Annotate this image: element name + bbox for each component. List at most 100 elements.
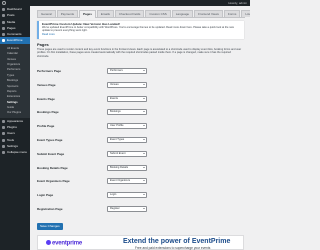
- sidebar-item-label: Pages: [7, 25, 16, 30]
- page-select-value: Bookings: [110, 110, 121, 114]
- page-setting-label: Event Types Page: [37, 138, 63, 142]
- posts-icon: [2, 14, 5, 18]
- logo-text: eventprime: [52, 240, 83, 247]
- main-content: General Payments Pages Emails Checkout Field…: [30, 6, 250, 250]
- page-select-value: Performers: [110, 69, 123, 72]
- page-select-value: Booking Details: [110, 165, 129, 169]
- section-description: These pages are used to render content a…: [37, 48, 242, 58]
- sidebar-item-collapse-menu[interactable]: Collapse menu: [0, 149, 30, 155]
- sidebar-item-label: Dashboard: [7, 7, 22, 11]
- page-setting-row: Registration Page Register: [37, 204, 157, 217]
- tab-frontend-views[interactable]: Frontend Views: [194, 10, 223, 17]
- chevron-down-icon: [143, 111, 145, 113]
- wordpress-logo-icon[interactable]: [2, 1, 6, 5]
- page-select-value: Event Types: [110, 138, 125, 141]
- tab-pages[interactable]: Pages: [79, 10, 96, 18]
- page-select-value: Venues: [110, 82, 119, 86]
- page-select[interactable]: Performers: [107, 68, 147, 74]
- page-setting-row: Event Organizers Page Event Organizers: [37, 176, 157, 189]
- page-select[interactable]: User Profile: [107, 123, 147, 130]
- admin-sidebar: Dashboard Posts Media Pages Comments EventPri…: [0, 6, 30, 250]
- users-icon: [2, 132, 5, 136]
- plugins-icon: [2, 126, 5, 130]
- banner-headline: Extend the power of EventPrime: [123, 238, 231, 245]
- chevron-down-icon: [143, 152, 145, 154]
- page-setting-label: Registration Page: [37, 207, 63, 211]
- page-setting-row: Booking Details Page Booking Details: [37, 163, 157, 176]
- sidebar-item-label: Tools: [7, 137, 15, 142]
- tab-general[interactable]: General: [37, 10, 56, 17]
- promo-banner[interactable]: eventprime Extend the power of EventPrim…: [37, 235, 244, 250]
- sidebar-item-label: Appearance: [7, 118, 24, 123]
- chevron-down-icon: [143, 70, 145, 71]
- page-select-value: Login: [110, 193, 117, 197]
- chevron-down-icon: [143, 180, 145, 182]
- tab-licenses[interactable]: Licenses: [241, 10, 250, 17]
- page-select[interactable]: Booking Details: [107, 164, 147, 171]
- page-setting-label: Submit Event Page: [37, 151, 65, 156]
- page-select[interactable]: Event Types: [107, 137, 147, 143]
- page-setting-label: Bookings Page: [37, 110, 59, 115]
- settings-tabs: General Payments Pages Emails Checkout Field…: [37, 10, 250, 18]
- comments-icon: [2, 33, 5, 37]
- page-setting-label: Event Organizers Page: [37, 179, 70, 184]
- pages-icon: [2, 26, 5, 30]
- page-setting-label: Events Page: [37, 96, 55, 101]
- collapse-icon: [2, 151, 5, 155]
- tab-language[interactable]: Language: [171, 10, 194, 17]
- sidebar-item-eventprime[interactable]: EventPrime: [0, 37, 30, 44]
- eventprime-logo: eventprime: [46, 240, 82, 247]
- page-select-value: Events: [110, 96, 118, 100]
- banner-subline: Free and paid extensions to supercharge …: [135, 246, 211, 250]
- tab-forms[interactable]: Forms: [223, 10, 241, 17]
- tools-icon: [2, 138, 5, 142]
- page-select-value: Submit Event: [110, 151, 126, 155]
- eventprime-logo-icon: [46, 240, 51, 245]
- chevron-down-icon: [143, 194, 145, 196]
- page-select[interactable]: Submit Event: [107, 150, 147, 157]
- sidebar-item-label: Plugins: [7, 125, 17, 130]
- appearance-icon: [2, 119, 5, 123]
- dashboard-icon: [2, 8, 5, 11]
- save-changes-button[interactable]: Save Changes: [37, 223, 63, 230]
- page-select[interactable]: Bookings: [107, 109, 147, 116]
- eventprime-icon: [2, 39, 5, 43]
- chevron-down-icon: [143, 83, 145, 85]
- page-select[interactable]: Login: [107, 192, 147, 199]
- section-title: Pages: [37, 42, 49, 47]
- page-setting-label: Login Page: [37, 193, 54, 198]
- page-select[interactable]: Register: [107, 206, 147, 212]
- page-select[interactable]: Event Organizers: [107, 178, 147, 185]
- notice-link[interactable]: Read more: [42, 33, 241, 36]
- sidebar-item-label: Media: [7, 19, 16, 24]
- page-setting-label: Booking Details Page: [37, 165, 68, 170]
- notice-text: We've updated EventPrime to better compa…: [42, 26, 234, 33]
- page-setting-row: Event Types Page Event Types: [37, 135, 157, 148]
- page-select[interactable]: Venues: [107, 81, 147, 88]
- page-select-value: User Profile: [110, 124, 124, 128]
- tab-emails[interactable]: Emails: [96, 10, 114, 17]
- page-setting-label: Performers Page: [37, 69, 62, 73]
- tab-checkout-fields[interactable]: Checkout Fields: [114, 10, 145, 17]
- page-setting-label: Profile Page: [37, 124, 55, 129]
- sidebar-item-label: Comments: [7, 32, 22, 37]
- sidebar-item-label: Collapse menu: [7, 150, 28, 155]
- chevron-down-icon: [143, 125, 145, 127]
- admin-greeting[interactable]: Howdy, admin: [228, 1, 247, 5]
- page-select[interactable]: Events: [107, 95, 147, 102]
- page-setting-row: Performers Page Performers: [37, 66, 157, 79]
- chevron-down-icon: [143, 97, 145, 99]
- tab-payments[interactable]: Payments: [56, 10, 79, 17]
- page-setting-label: Venues Page: [37, 82, 56, 87]
- page-setting-row: Venues Page Venues: [37, 80, 157, 93]
- chevron-down-icon: [143, 166, 145, 168]
- update-notice: EventPrime Custom Update: New Version Ha…: [37, 21, 244, 39]
- sidebar-item-label: Settings: [7, 144, 18, 149]
- chevron-down-icon: [143, 139, 145, 140]
- page-setting-row: Login Page Login: [37, 190, 157, 203]
- chevron-down-icon: [143, 208, 145, 209]
- tab-custom-css[interactable]: Custom CSS: [145, 10, 171, 17]
- media-icon: [2, 20, 5, 24]
- page-setting-row: Profile Page User Profile: [37, 121, 157, 134]
- page-setting-row: Events Page Events: [37, 94, 157, 107]
